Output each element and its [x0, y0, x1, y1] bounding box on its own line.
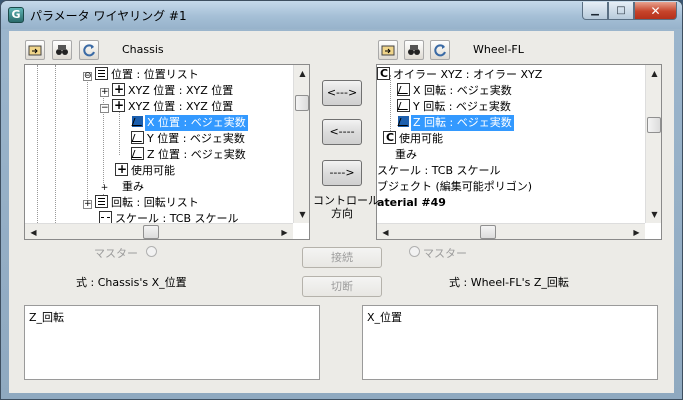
right-expression-label: 式 : Wheel-FL's Z_回転 [449, 276, 569, 289]
left-jump-button[interactable] [25, 40, 45, 60]
xyz-controller-icon [112, 81, 125, 97]
tree-item-scale[interactable]: スケール : TCB スケール [377, 163, 503, 179]
tree-item-enabled[interactable]: 使用可能 [115, 161, 177, 179]
refresh-icon [434, 44, 446, 57]
bezier-controller-icon [131, 131, 144, 144]
right-direction-button[interactable]: ----> [322, 160, 362, 186]
list-controller-icon [95, 195, 108, 208]
disconnect-button[interactable]: 切断 [302, 276, 382, 297]
left-direction-button[interactable]: <---- [322, 119, 362, 145]
expand-icon[interactable]: + [100, 184, 109, 194]
right-find-button[interactable] [404, 40, 424, 60]
tree-item-xyz-position-2[interactable]: −XYZ 位置 : XYZ 位置 [100, 97, 235, 115]
tree-item-y-position[interactable]: Y 位置 : ベジェ実数 [131, 131, 247, 147]
tree-item-x-position[interactable]: X 位置 : ベジェ実数 [131, 115, 248, 131]
scroll-thumb[interactable] [295, 95, 309, 111]
app-icon: G [8, 7, 24, 23]
title-bar[interactable]: G パラメータ ワイヤリング #1 ▁ □ ✕ [1, 1, 682, 29]
expand-icon[interactable]: + [100, 88, 109, 97]
right-object-name: Wheel-FL [473, 43, 524, 56]
minimize-icon: ▁ [591, 5, 599, 16]
list-controller-icon [95, 67, 108, 80]
scroll-thumb[interactable] [143, 225, 159, 239]
scroll-thumb[interactable] [480, 225, 496, 239]
right-tree-hscrollbar[interactable]: ◀ ▶ [377, 223, 645, 239]
tree-item-z-position[interactable]: Z 位置 : ベジェ実数 [131, 147, 248, 163]
radio-icon [146, 246, 157, 257]
folder-arrow-icon [381, 45, 395, 56]
refresh-icon [83, 44, 95, 57]
dialog-client-area: Chassis Wheel-FL ⊖位置 : 位置リスト +XYZ 位置 : X… [9, 31, 674, 393]
tree-item-position-list[interactable]: ⊖ 位置 : 位置リスト [83, 67, 201, 83]
window-title: パラメータ ワイヤリング #1 [30, 9, 187, 23]
two-way-direction-button[interactable]: <---> [322, 80, 362, 106]
scroll-right-icon[interactable]: ▶ [276, 224, 293, 239]
expand-icon[interactable]: + [83, 200, 92, 209]
parameter-wiring-window: G パラメータ ワイヤリング #1 ▁ □ ✕ Chassis Wheel-FL… [0, 0, 683, 400]
tree-item-z-rotation[interactable]: Z 回転 : ベジェ実数 [397, 115, 514, 131]
right-master-radio[interactable] [409, 245, 420, 258]
scroll-up-icon[interactable]: ▲ [294, 65, 309, 82]
radio-icon [409, 246, 420, 257]
bezier-controller-icon [397, 83, 410, 96]
binoculars-icon [408, 45, 420, 55]
tree-item-object[interactable]: ブジェクト (編集可能ポリゴン) [377, 179, 534, 195]
tree-item-weight[interactable]: 重み [381, 147, 419, 163]
tree-item-rotation-list[interactable]: + 回転 : 回転リスト [83, 195, 201, 211]
right-master-label: マスター [423, 247, 467, 260]
left-tree-hscrollbar[interactable]: ◀ ▶ [25, 223, 293, 239]
control-direction-label-2: 方向 [331, 207, 353, 220]
right-tree-view[interactable]: オイラー XYZ : オイラー XYZ X 回転 : ベジェ実数 Y 回転 : … [376, 64, 662, 240]
xyz-controller-icon [115, 161, 128, 177]
left-expression-textbox[interactable]: Z_回転 [24, 305, 320, 380]
connect-button[interactable]: 接続 [302, 247, 382, 268]
left-tree-vscrollbar[interactable]: ▲ ▼ [293, 65, 309, 223]
tree-item-euler-xyz[interactable]: オイラー XYZ : オイラー XYZ [377, 66, 544, 83]
bezier-controller-icon [131, 147, 144, 160]
scroll-thumb[interactable] [647, 117, 661, 133]
left-master-radio[interactable] [146, 245, 157, 258]
left-tree-view[interactable]: ⊖位置 : 位置リスト +XYZ 位置 : XYZ 位置 −XYZ 位置 : X… [24, 64, 310, 240]
left-object-name: Chassis [122, 43, 164, 56]
scroll-left-icon[interactable]: ◀ [25, 224, 42, 239]
bezier-controller-icon [131, 115, 144, 128]
tree-item-material[interactable]: aterial #49 [377, 195, 448, 211]
folder-arrow-icon [28, 45, 42, 56]
scroll-left-icon[interactable]: ◀ [377, 224, 394, 239]
close-button[interactable]: ✕ [634, 2, 677, 20]
right-tree-vscrollbar[interactable]: ▲ ▼ [645, 65, 661, 223]
tree-item-weight[interactable]: + 重み [100, 179, 146, 195]
right-refresh-button[interactable] [430, 40, 450, 60]
tree-item-y-rotation[interactable]: Y 回転 : ベジェ実数 [397, 99, 513, 115]
scroll-down-icon[interactable]: ▼ [294, 206, 309, 223]
rotation-controller-icon [377, 66, 390, 82]
rotation-controller-icon [383, 130, 396, 146]
collapse-icon[interactable]: − [100, 104, 109, 113]
right-expression-textbox[interactable]: X_位置 [362, 305, 658, 380]
left-master-label: マスター [94, 247, 138, 260]
maximize-button[interactable]: □ [608, 2, 634, 20]
binoculars-icon [56, 45, 68, 55]
bezier-controller-icon [397, 99, 410, 112]
xyz-controller-icon [112, 97, 125, 113]
left-find-button[interactable] [52, 40, 72, 60]
bezier-controller-icon [397, 115, 410, 128]
minimize-button[interactable]: ▁ [582, 2, 608, 20]
maximize-icon: □ [616, 5, 626, 16]
scroll-up-icon[interactable]: ▲ [646, 65, 661, 82]
collapse-icon[interactable]: ⊖ [83, 72, 92, 81]
scroll-down-icon[interactable]: ▼ [646, 206, 661, 223]
scroll-right-icon[interactable]: ▶ [628, 224, 645, 239]
right-jump-button[interactable] [378, 40, 398, 60]
tree-item-x-rotation[interactable]: X 回転 : ベジェ実数 [397, 83, 514, 99]
close-icon: ✕ [650, 3, 661, 18]
left-expression-label: 式 : Chassis's X_位置 [76, 276, 187, 289]
left-refresh-button[interactable] [79, 40, 99, 60]
tree-item-enabled[interactable]: 使用可能 [383, 130, 445, 147]
